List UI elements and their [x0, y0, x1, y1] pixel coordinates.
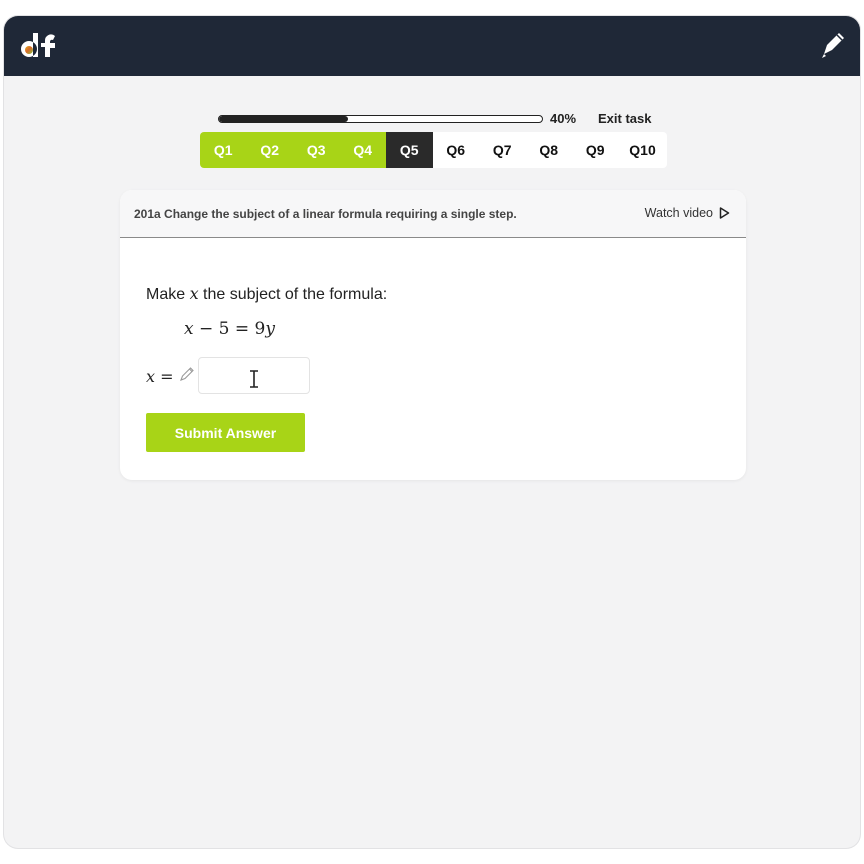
formula-lhs-var: x [184, 319, 194, 339]
exit-task-link[interactable]: Exit task [598, 111, 651, 126]
tab-q4[interactable]: Q4 [339, 132, 386, 168]
tab-q9[interactable]: Q9 [572, 132, 619, 168]
objective-text: 201a Change the subject of a linear form… [134, 207, 517, 221]
progress-bar [218, 115, 543, 123]
tab-q8[interactable]: Q8 [526, 132, 573, 168]
app-window: 40% Exit task Q1 Q2 Q3 Q4 Q5 Q6 Q7 Q8 Q9 Q10 201a… [4, 16, 860, 848]
answer-label: x = [146, 367, 174, 386]
tab-q3[interactable]: Q3 [293, 132, 340, 168]
df-logo[interactable] [19, 29, 59, 63]
watch-video-label: Watch video [644, 206, 713, 220]
tab-q5[interactable]: Q5 [386, 132, 433, 168]
progress-fill [219, 116, 349, 122]
top-bar [4, 16, 860, 76]
question-tabs: Q1 Q2 Q3 Q4 Q5 Q6 Q7 Q8 Q9 Q10 [200, 132, 667, 168]
formula-rhs-var: y [265, 319, 275, 339]
question-card: 201a Change the subject of a linear form… [120, 190, 746, 480]
watch-video-link[interactable]: Watch video [645, 206, 730, 220]
card-header: 201a Change the subject of a linear form… [120, 190, 746, 238]
formula: x − 5 = 9y [184, 319, 275, 339]
submit-answer-button[interactable]: Submit Answer [146, 413, 305, 452]
question-text: Make x the subject of the formula: [146, 284, 387, 304]
tab-q10[interactable]: Q10 [619, 132, 667, 168]
pencil-icon[interactable] [178, 365, 196, 383]
pen-icon[interactable] [818, 30, 846, 60]
answer-var: x [146, 367, 156, 386]
question-suffix: the subject of the formula: [198, 286, 388, 303]
question-variable: x [189, 284, 199, 303]
tab-q2[interactable]: Q2 [246, 132, 293, 168]
tab-q7[interactable]: Q7 [479, 132, 526, 168]
formula-middle: − 5 = 9 [193, 319, 266, 339]
answer-equals: = [155, 367, 174, 386]
progress-percent: 40% [550, 111, 577, 126]
progress-area: 40% Exit task [218, 108, 678, 130]
tab-q1[interactable]: Q1 [200, 132, 247, 168]
tab-q6[interactable]: Q6 [433, 132, 480, 168]
question-prefix: Make [146, 286, 190, 303]
text-cursor-icon [250, 370, 258, 388]
play-icon [719, 207, 730, 219]
